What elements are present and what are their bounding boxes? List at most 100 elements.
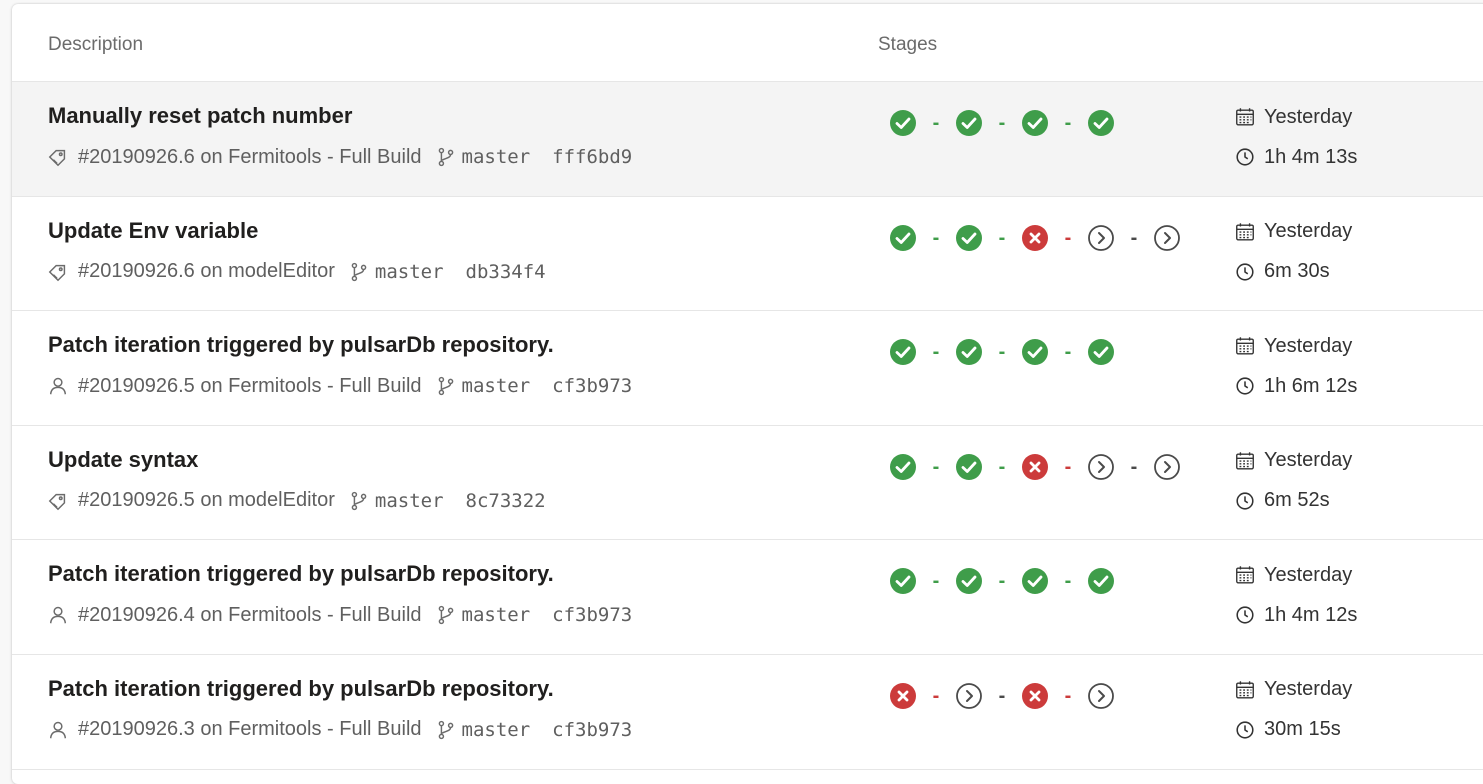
calendar-icon xyxy=(1234,221,1256,243)
stage-success-icon[interactable] xyxy=(1086,337,1116,367)
run-time: Yesterday 1h 4m 12s xyxy=(1234,560,1357,640)
run-time: Yesterday 1h 4m 13s xyxy=(1234,102,1357,182)
run-duration: 1h 4m 13s xyxy=(1264,145,1358,168)
run-date: Yesterday xyxy=(1264,334,1353,357)
run-duration: 6m 30s xyxy=(1264,260,1330,283)
table-row[interactable]: Manually reset patch number #20190926.6 o… xyxy=(12,82,1483,197)
run-title[interactable]: Manually reset patch number xyxy=(48,103,352,129)
run-number: #20190926.5 on modelEditor xyxy=(78,489,335,512)
tag-icon xyxy=(46,260,70,284)
clock-icon xyxy=(1234,375,1256,397)
run-time: Yesterday 6m 30s xyxy=(1234,217,1352,297)
stage-success-icon[interactable] xyxy=(954,452,984,482)
commit-hash[interactable]: cf3b973 xyxy=(552,719,632,741)
stage-connector: - xyxy=(998,112,1006,134)
stages-list: --- xyxy=(888,108,1116,138)
commit-hash[interactable]: 8c73322 xyxy=(466,490,546,512)
stage-connector: - xyxy=(1130,455,1138,478)
run-number: #20190926.6 on Fermitools - Full Build xyxy=(78,145,422,168)
branch-name[interactable]: master xyxy=(462,146,531,168)
stages-list: --- xyxy=(888,681,1116,711)
run-date: Yesterday xyxy=(1264,563,1353,586)
stage-success-icon[interactable] xyxy=(1020,108,1050,138)
pipeline-runs-panel: Description Stages Manually reset patch … xyxy=(12,4,1483,784)
run-title[interactable]: Update Env variable xyxy=(48,218,258,244)
stage-failed-icon[interactable] xyxy=(888,681,918,711)
branch-name[interactable]: master xyxy=(462,719,531,741)
stage-success-icon[interactable] xyxy=(888,108,918,138)
tag-icon xyxy=(46,145,70,169)
stage-connector: - xyxy=(998,570,1006,593)
clock-icon xyxy=(1234,146,1256,168)
stage-success-icon[interactable] xyxy=(954,223,984,253)
stage-success-icon[interactable] xyxy=(888,223,918,253)
commit-hash[interactable]: cf3b973 xyxy=(552,375,632,397)
stage-skipped-icon[interactable] xyxy=(954,681,984,711)
stage-connector: - xyxy=(1064,341,1072,364)
run-duration: 1h 6m 12s xyxy=(1264,374,1358,397)
run-meta: #20190926.4 on Fermitools - Full Build ma… xyxy=(46,600,632,630)
tag-icon xyxy=(46,489,70,513)
stage-failed-icon[interactable] xyxy=(1020,223,1050,253)
run-title[interactable]: Update syntax xyxy=(48,447,198,473)
table-row[interactable]: Patch iteration triggered by pulsarDb re… xyxy=(12,311,1483,426)
stage-success-icon[interactable] xyxy=(888,452,918,482)
run-meta: #20190926.6 on Fermitools - Full Build ma… xyxy=(46,142,632,172)
column-header-description[interactable]: Description xyxy=(48,34,143,56)
stages-list: --- xyxy=(888,566,1116,596)
stage-skipped-icon[interactable] xyxy=(1086,223,1116,253)
stage-success-icon[interactable] xyxy=(954,337,984,367)
branch-icon xyxy=(347,489,371,513)
stage-connector: - xyxy=(932,226,940,249)
stage-skipped-icon[interactable] xyxy=(1152,452,1182,482)
stage-success-icon[interactable] xyxy=(1020,566,1050,596)
stage-success-icon[interactable] xyxy=(888,566,918,596)
stage-success-icon[interactable] xyxy=(954,108,984,138)
branch-name[interactable]: master xyxy=(462,375,531,397)
branch-icon xyxy=(347,260,371,284)
stage-success-icon[interactable] xyxy=(1086,108,1116,138)
clock-icon xyxy=(1234,604,1256,626)
stage-connector: - xyxy=(998,684,1006,707)
stages-list: ---- xyxy=(888,452,1182,482)
column-header-stages[interactable]: Stages xyxy=(878,34,937,56)
run-duration: 1h 4m 12s xyxy=(1264,603,1358,626)
stage-skipped-icon[interactable] xyxy=(1086,452,1116,482)
run-number: #20190926.4 on Fermitools - Full Build xyxy=(78,603,422,626)
commit-hash[interactable]: cf3b973 xyxy=(552,604,632,626)
table-row[interactable]: Update Env variable #20190926.6 on modelE… xyxy=(12,197,1483,312)
stage-failed-icon[interactable] xyxy=(1020,452,1050,482)
run-title[interactable]: Patch iteration triggered by pulsarDb re… xyxy=(48,332,554,358)
calendar-icon xyxy=(1234,679,1256,701)
run-time: Yesterday 1h 6m 12s xyxy=(1234,331,1357,411)
stages-list: --- xyxy=(888,337,1116,367)
stages-list: ---- xyxy=(888,223,1182,253)
run-title[interactable]: Patch iteration triggered by pulsarDb re… xyxy=(48,676,554,702)
clock-icon xyxy=(1234,261,1256,283)
stage-skipped-icon[interactable] xyxy=(1086,681,1116,711)
commit-hash[interactable]: fff6bd9 xyxy=(552,146,632,168)
branch-icon xyxy=(434,145,458,169)
runs-list: Manually reset patch number #20190926.6 o… xyxy=(12,82,1483,770)
table-row[interactable]: Patch iteration triggered by pulsarDb re… xyxy=(12,540,1483,655)
run-meta: #20190926.5 on Fermitools - Full Build ma… xyxy=(46,371,632,401)
run-title[interactable]: Patch iteration triggered by pulsarDb re… xyxy=(48,561,554,587)
stage-connector: - xyxy=(932,570,940,593)
commit-hash[interactable]: db334f4 xyxy=(466,261,546,283)
branch-name[interactable]: master xyxy=(375,261,444,283)
branch-name[interactable]: master xyxy=(375,490,444,512)
stage-skipped-icon[interactable] xyxy=(1152,223,1182,253)
stage-success-icon[interactable] xyxy=(1086,566,1116,596)
stage-success-icon[interactable] xyxy=(1020,337,1050,367)
stage-connector: - xyxy=(1064,570,1072,593)
stage-success-icon[interactable] xyxy=(954,566,984,596)
stage-connector: - xyxy=(932,455,940,478)
branch-name[interactable]: master xyxy=(462,604,531,626)
table-row[interactable]: Update syntax #20190926.5 on modelEditor m… xyxy=(12,426,1483,541)
stage-failed-icon[interactable] xyxy=(1020,681,1050,711)
run-duration: 6m 52s xyxy=(1264,489,1330,512)
run-date: Yesterday xyxy=(1264,220,1353,243)
table-row[interactable]: Patch iteration triggered by pulsarDb re… xyxy=(12,655,1483,770)
stage-connector: - xyxy=(1130,226,1138,249)
stage-success-icon[interactable] xyxy=(888,337,918,367)
